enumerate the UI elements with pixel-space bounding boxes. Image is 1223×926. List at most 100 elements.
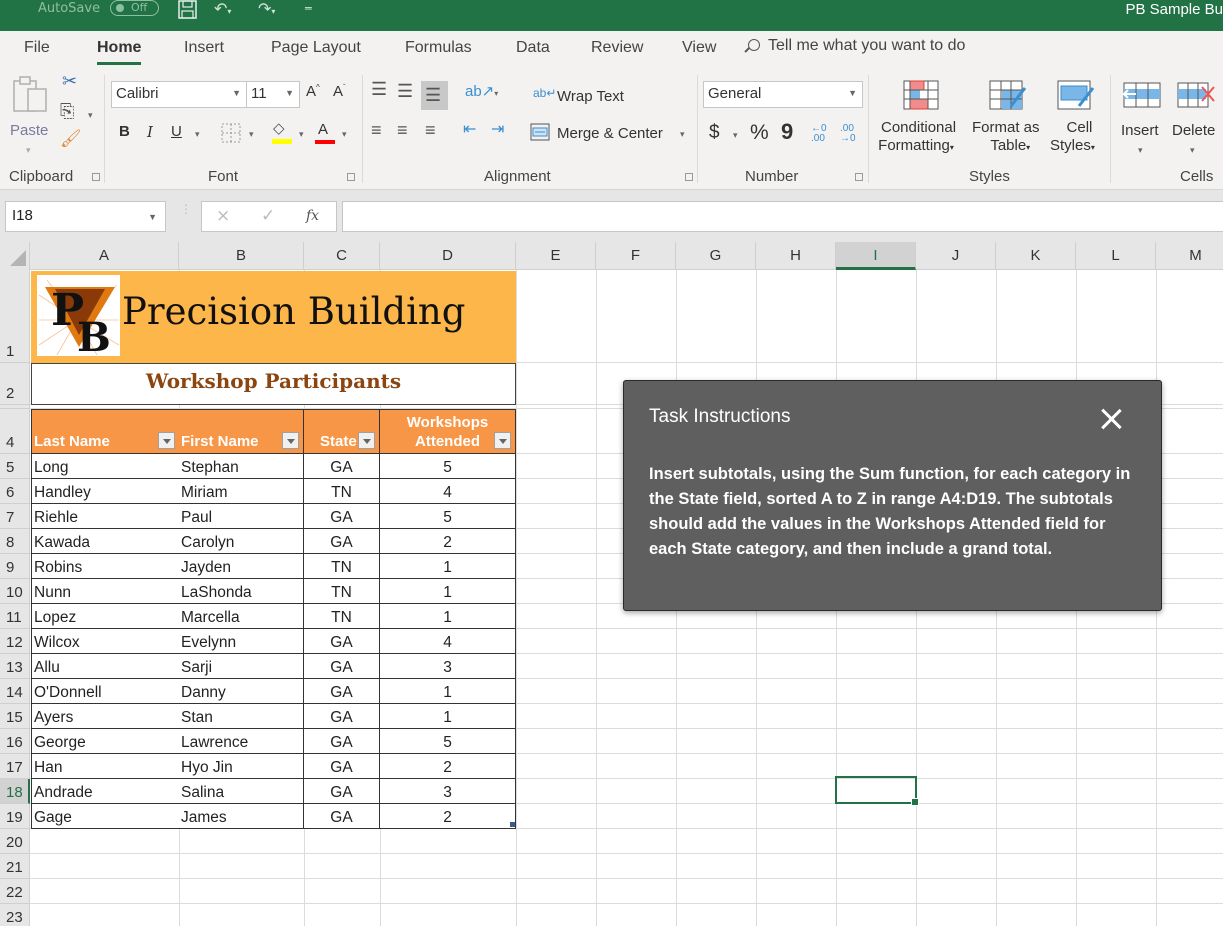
column-header-f[interactable]: F — [596, 242, 676, 270]
column-header-l[interactable]: L — [1076, 242, 1156, 270]
paste-icon[interactable] — [12, 75, 48, 119]
cell-state[interactable]: GA — [304, 629, 380, 654]
name-box[interactable]: I18 ▼ — [5, 201, 166, 232]
cell-last-name[interactable]: Ayers — [31, 704, 180, 729]
cell-first-name[interactable]: Danny — [179, 679, 304, 704]
font-name-combo[interactable]: Calibri ▼ — [111, 81, 247, 108]
cut-icon[interactable]: ✂ — [62, 72, 77, 90]
cell-last-name[interactable]: Robins — [31, 554, 180, 579]
row-header-19[interactable]: 19 — [0, 804, 30, 829]
font-color-dropdown-icon[interactable]: ▾ — [342, 129, 347, 140]
cell-workshops[interactable]: 5 — [380, 504, 516, 529]
underline-dropdown-icon[interactable]: ▾ — [195, 129, 200, 140]
delete-cells-button[interactable]: Delete — [1172, 122, 1215, 139]
align-top-icon[interactable]: ☰ — [371, 80, 387, 98]
alignment-launcher-icon[interactable] — [685, 173, 693, 181]
align-bottom-icon[interactable]: ☰ — [421, 81, 448, 110]
row-header-13[interactable]: 13 — [0, 654, 30, 679]
italic-button[interactable]: I — [147, 123, 153, 141]
decrease-decimal-icon[interactable]: .00 →0 — [840, 124, 856, 144]
cell-first-name[interactable]: Evelynn — [179, 629, 304, 654]
cell-first-name[interactable]: Sarji — [179, 654, 304, 679]
cell-workshops[interactable]: 3 — [380, 654, 516, 679]
align-center-icon[interactable]: ≡ — [397, 121, 408, 139]
cell-workshops[interactable]: 1 — [380, 704, 516, 729]
cell-state[interactable]: TN — [304, 604, 380, 629]
row-header-20[interactable]: 20 — [0, 829, 30, 854]
tab-page-layout[interactable]: Page Layout — [271, 39, 361, 57]
row-header-7[interactable]: 7 — [0, 504, 30, 529]
row-header-8[interactable]: 8 — [0, 529, 30, 554]
insert-dropdown-icon[interactable]: ▾ — [1138, 145, 1143, 156]
customize-toolbar-icon[interactable]: ═ — [305, 0, 312, 18]
undo-icon[interactable]: ↶▾ — [214, 0, 231, 21]
cell-workshops[interactable]: 1 — [380, 579, 516, 604]
cell-first-name[interactable]: Marcella — [179, 604, 304, 629]
tab-file[interactable]: File — [24, 39, 50, 57]
tab-home[interactable]: Home — [97, 39, 142, 65]
shrink-font-button[interactable]: Aˇ — [333, 83, 346, 100]
cell-workshops[interactable]: 1 — [380, 679, 516, 704]
filter-dropdown-icon[interactable] — [358, 432, 375, 449]
clipboard-launcher-icon[interactable] — [92, 173, 100, 181]
font-launcher-icon[interactable] — [347, 173, 355, 181]
cell-last-name[interactable]: Riehle — [31, 504, 180, 529]
redo-icon[interactable]: ↷▾ — [258, 0, 275, 21]
cell-state[interactable]: GA — [304, 754, 380, 779]
row-header-2[interactable]: 2 — [0, 363, 30, 405]
delete-dropdown-icon[interactable]: ▾ — [1190, 145, 1195, 156]
autosave-toggle[interactable]: Off — [110, 0, 159, 16]
comma-style-button[interactable]: 9 — [781, 119, 793, 145]
close-icon[interactable] — [1097, 405, 1125, 433]
cell-first-name[interactable]: LaShonda — [179, 579, 304, 604]
borders-dropdown-icon[interactable]: ▾ — [249, 129, 254, 140]
cell-last-name[interactable]: Andrade — [31, 779, 180, 804]
cell-workshops[interactable]: 5 — [380, 454, 516, 479]
row-header-5[interactable]: 5 — [0, 454, 30, 479]
column-header-k[interactable]: K — [996, 242, 1076, 270]
cell-workshops[interactable]: 2 — [380, 529, 516, 554]
cell-workshops[interactable]: 3 — [380, 779, 516, 804]
cell-state[interactable]: GA — [304, 454, 380, 479]
paste-dropdown-icon[interactable]: ▾ — [26, 145, 31, 156]
row-header-14[interactable]: 14 — [0, 679, 30, 704]
header-state[interactable]: State — [304, 409, 380, 454]
increase-decimal-icon[interactable]: ←0.00 — [811, 124, 827, 144]
copy-dropdown-icon[interactable]: ▾ — [88, 110, 93, 121]
cell-first-name[interactable]: Stephan — [179, 454, 304, 479]
bold-button[interactable]: B — [119, 123, 130, 140]
row-header-12[interactable]: 12 — [0, 629, 30, 654]
tell-me-search[interactable]: Tell me what you want to do — [748, 37, 965, 55]
column-header-b[interactable]: B — [179, 242, 304, 270]
tab-insert[interactable]: Insert — [184, 39, 224, 57]
formula-input[interactable] — [342, 201, 1223, 232]
font-color-icon[interactable]: A — [315, 121, 335, 144]
cell-state[interactable]: GA — [304, 804, 380, 829]
enter-icon[interactable]: ✓ — [261, 206, 275, 226]
cell-workshops[interactable]: 1 — [380, 604, 516, 629]
cell-last-name[interactable]: Long — [31, 454, 180, 479]
font-size-combo[interactable]: 11 ▼ — [246, 81, 300, 108]
cell-state[interactable]: GA — [304, 729, 380, 754]
column-header-h[interactable]: H — [756, 242, 836, 270]
format-painter-icon[interactable]: 🖌 — [60, 130, 82, 147]
orientation-icon[interactable]: ab↗▾ — [465, 84, 498, 102]
cell-workshops[interactable]: 4 — [380, 479, 516, 504]
increase-indent-icon[interactable]: ⇥ — [491, 122, 504, 138]
row-header-18[interactable]: 18 — [0, 779, 30, 804]
align-right-icon[interactable]: ≡ — [425, 121, 436, 139]
insert-function-icon[interactable]: fx — [306, 208, 319, 224]
align-left-icon[interactable]: ≡ — [371, 121, 382, 139]
row-header-6[interactable]: 6 — [0, 479, 30, 504]
merge-dropdown-icon[interactable]: ▾ — [680, 129, 685, 140]
row-header-23[interactable]: 23 — [0, 904, 30, 926]
row-header-9[interactable]: 9 — [0, 554, 30, 579]
wrap-text-button[interactable]: Wrap Text — [557, 88, 624, 105]
tab-view[interactable]: View — [682, 39, 716, 57]
decrease-indent-icon[interactable]: ⇤ — [463, 122, 476, 138]
cell-last-name[interactable]: Nunn — [31, 579, 180, 604]
cell-workshops[interactable]: 2 — [380, 754, 516, 779]
column-header-d[interactable]: D — [380, 242, 516, 270]
resize-handle-icon[interactable]: ⋮ — [180, 203, 192, 215]
header-first-name[interactable]: First Name — [179, 409, 304, 454]
